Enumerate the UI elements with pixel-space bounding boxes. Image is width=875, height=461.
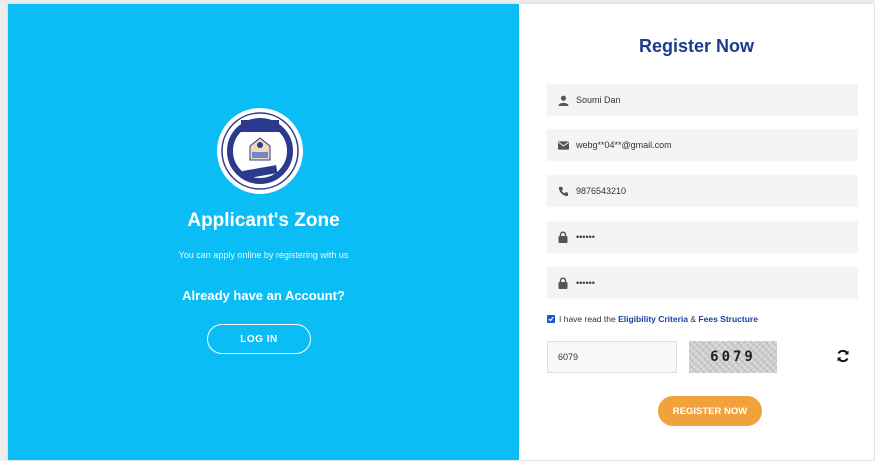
register-now-button[interactable]: REGISTER NOW [658,396,762,426]
email-field[interactable]: webg**04**@gmail.com [547,129,858,161]
user-icon [557,94,569,106]
phone-icon [557,185,569,197]
captcha-input-value: 6079 [558,352,579,362]
applicant-zone-title: Applicant's Zone [187,210,340,231]
email-value: webg**04**@gmail.com [576,140,672,150]
captcha-code: 6079 [710,349,756,365]
agree-ampersand: & [690,314,697,324]
lock-icon [557,231,569,243]
applicant-zone-panel: Applicant's Zone You can apply online by… [8,4,519,460]
lock-icon [557,277,569,289]
applicant-zone-subtitle: You can apply online by registering with… [178,250,349,260]
page-frame: Applicant's Zone You can apply online by… [8,4,874,460]
name-value: Soumi Dan [576,95,621,105]
register-panel: Register Now Soumi Dan webg**04**@gmail.… [519,4,874,460]
already-account-text: Already have an Account? [182,288,345,303]
university-logo [217,108,303,194]
agree-checkbox[interactable] [547,315,555,323]
envelope-icon [557,139,569,151]
fees-structure-link[interactable]: Fees Structure [698,314,758,324]
confirm-password-value: •••••• [576,278,595,288]
password-field[interactable]: •••••• [547,221,858,253]
phone-value: 9876543210 [576,186,627,196]
agreement-row: I have read the Eligibility Criteria & F… [547,314,758,324]
university-seal-icon [221,112,299,190]
register-title: Register Now [638,36,755,56]
captcha-input[interactable]: 6079 [547,341,677,373]
captcha-image: 6079 [689,341,777,373]
name-field[interactable]: Soumi Dan [547,84,858,116]
password-value: •••••• [576,232,595,242]
agree-text: I have read the [559,314,616,324]
login-button[interactable]: LOG IN [207,324,311,354]
confirm-password-field[interactable]: •••••• [547,267,858,299]
refresh-captcha-icon[interactable] [835,348,851,364]
phone-field[interactable]: 9876543210 [547,175,858,207]
eligibility-criteria-link[interactable]: Eligibility Criteria [618,314,688,324]
